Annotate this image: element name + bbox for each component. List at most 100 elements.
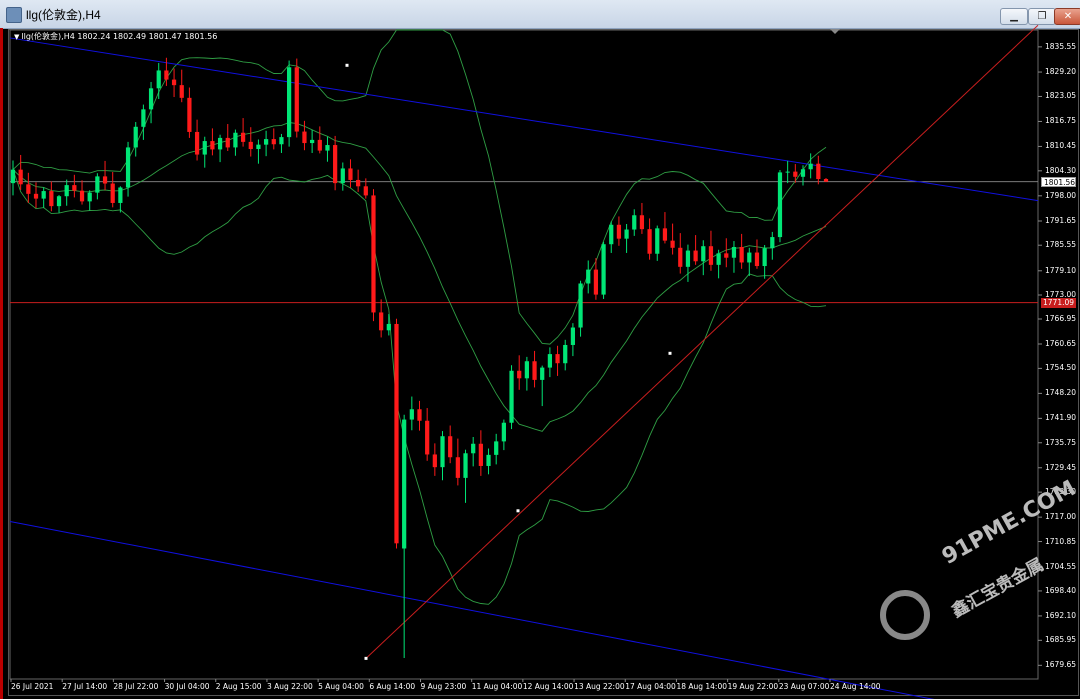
candle-body — [10, 169, 16, 184]
candle-body — [87, 192, 92, 202]
candle-body — [425, 420, 430, 455]
price-tick-label: 1754.50 — [1045, 363, 1077, 373]
price-tick-label: 1829.20 — [1045, 67, 1077, 77]
candle-body — [578, 283, 583, 328]
chart-shift-marker[interactable] — [830, 29, 840, 34]
candle-body — [294, 67, 299, 132]
candle-body — [187, 97, 192, 132]
price-tick-label: 1729.45 — [1045, 462, 1077, 472]
candle-body — [217, 137, 223, 150]
candle-body — [417, 409, 422, 421]
candle-body — [348, 168, 353, 180]
time-tick-label: 12 Aug 14:00 — [522, 682, 574, 691]
upper-channel-line — [9, 37, 1039, 202]
candle-body — [532, 361, 537, 380]
candle-body — [770, 237, 775, 249]
candle-body — [662, 228, 668, 241]
candle-body — [777, 172, 783, 238]
candle-body — [517, 370, 522, 379]
candle-body — [233, 132, 238, 148]
candle-body — [701, 246, 706, 262]
candle-body — [747, 252, 752, 263]
candle-body — [179, 85, 184, 98]
candle-body — [379, 312, 384, 331]
candle-body — [271, 139, 276, 145]
candle-body — [148, 88, 154, 110]
chart-window: llg(伦敦金),H4 ▁ ❐ ✕ ▼ llg(伦敦金),H4 1802.24 1… — [0, 0, 1080, 699]
candle-body — [95, 176, 100, 193]
watermark-logo — [880, 590, 930, 640]
price-tick-label: 1823.05 — [1045, 91, 1077, 101]
trendline-anchor-point — [668, 351, 672, 355]
candle-body — [670, 240, 675, 248]
candle-body — [609, 224, 614, 245]
candle-body — [225, 137, 230, 148]
plot-frame — [9, 29, 1039, 680]
price-tick-label: 1785.55 — [1045, 240, 1077, 250]
candle-body — [731, 246, 737, 258]
price-tick-label: 1748.20 — [1045, 388, 1077, 398]
candle-body — [118, 187, 123, 203]
price-tick-label: 1735.75 — [1045, 437, 1077, 447]
candle-body — [317, 139, 322, 151]
candle-body — [494, 441, 499, 455]
candle-body — [171, 79, 177, 86]
time-tick-label: 13 Aug 22:00 — [574, 682, 625, 691]
time-tick-label: 6 Aug 14:00 — [369, 682, 416, 691]
price-tick-label: 1835.55 — [1045, 41, 1077, 51]
rising-trendline — [365, 24, 1039, 659]
chart-legend: ▼ llg(伦敦金),H4 1802.24 1802.49 1801.47 180… — [14, 31, 217, 42]
candle-body — [563, 344, 568, 364]
candle-body — [49, 191, 54, 207]
candle-body — [478, 443, 483, 466]
candle-body — [141, 109, 146, 127]
candle-body — [248, 141, 253, 150]
candle-body — [501, 422, 506, 442]
candle-body — [463, 453, 468, 478]
candle-body — [202, 141, 207, 155]
current-price-label: 1801.56 — [1041, 176, 1076, 187]
time-tick-label: 23 Aug 07:00 — [778, 682, 830, 691]
price-tick-label: 1704.55 — [1045, 561, 1077, 571]
price-tick-label: 1810.45 — [1045, 141, 1077, 151]
legend-text: llg(伦敦金),H4 1802.24 1802.49 1801.47 1801… — [21, 32, 218, 41]
candle-body — [754, 252, 760, 267]
candle-body — [486, 454, 491, 466]
candle-body — [164, 70, 169, 80]
candle-body — [210, 141, 215, 150]
candle-body — [724, 253, 729, 258]
price-tick-label: 1779.10 — [1045, 265, 1077, 275]
candle-body — [647, 229, 652, 254]
candle-body — [601, 244, 606, 295]
candle-body — [133, 126, 138, 148]
candle-body — [816, 163, 821, 180]
time-tick-label: 2 Aug 15:00 — [215, 682, 262, 691]
candle-body — [125, 147, 131, 188]
candle-body — [371, 195, 376, 313]
candle-body — [386, 323, 391, 331]
candle-body — [263, 139, 269, 145]
candle-body — [624, 229, 629, 239]
candle-body — [555, 354, 560, 364]
candle-body — [287, 67, 292, 138]
candle-body — [593, 269, 599, 295]
candle-body — [56, 196, 62, 207]
candle-body — [793, 171, 798, 177]
price-tick-label: 1679.65 — [1045, 660, 1077, 670]
candle-body — [785, 171, 790, 173]
candle-body — [448, 436, 453, 458]
triangle-down-icon[interactable]: ▼ — [14, 33, 19, 41]
candle-body — [41, 191, 46, 199]
candle-body — [739, 246, 744, 263]
candle-body — [685, 250, 691, 267]
bollinger-upper-band — [12, 29, 827, 345]
candle-body — [693, 250, 698, 262]
time-tick-label: 19 Aug 22:00 — [727, 682, 779, 691]
candle-body — [33, 193, 39, 199]
candle-body — [808, 163, 813, 170]
trendline-anchor-point — [516, 509, 520, 513]
candle-body — [678, 247, 683, 267]
time-tick-label: 30 Jul 04:00 — [164, 682, 210, 691]
trendline-anchor-point — [345, 63, 349, 67]
candle-body — [194, 131, 200, 155]
